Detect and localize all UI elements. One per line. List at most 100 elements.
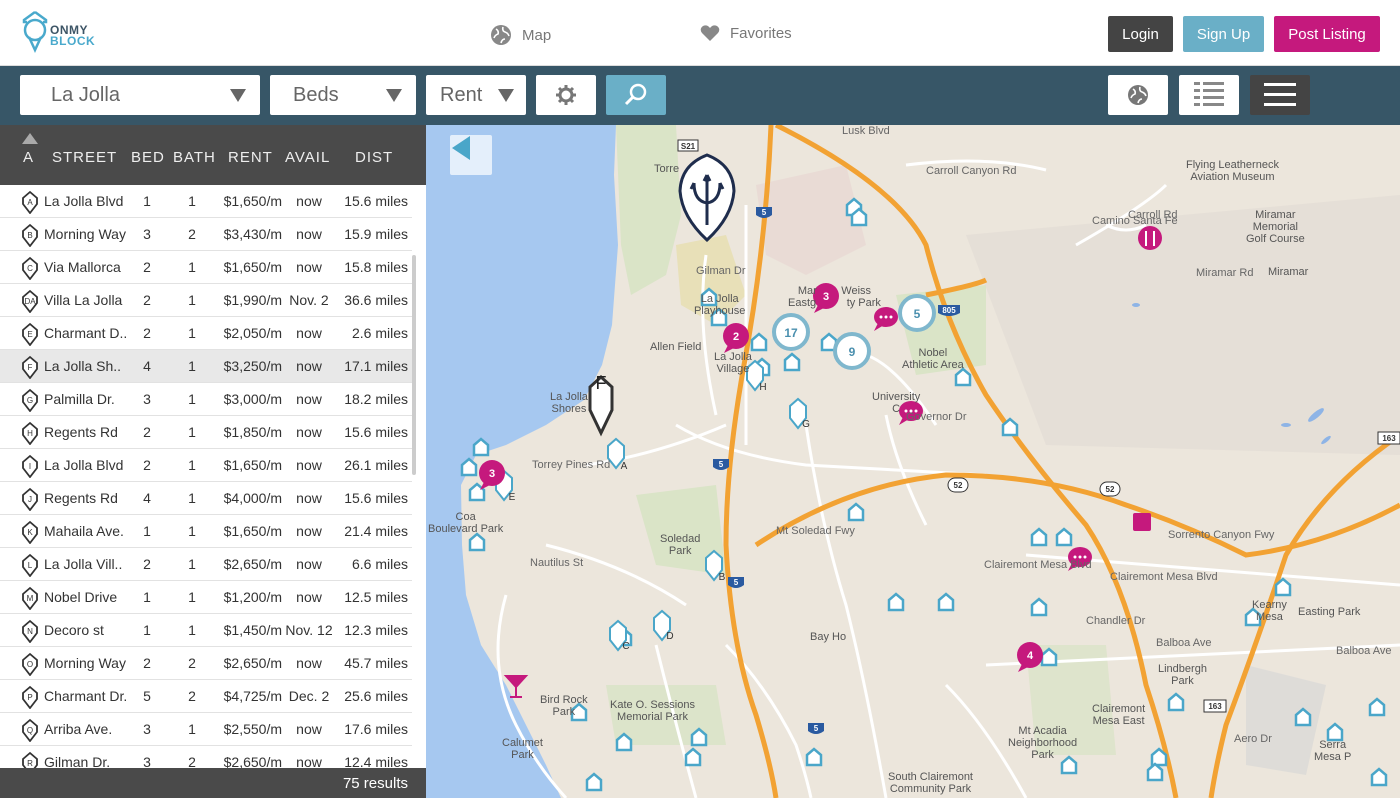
globe-icon bbox=[491, 25, 511, 45]
table-row[interactable]: DA Villa La Jolla 2 1 $1,990/m Nov. 2 36.6 mil… bbox=[0, 284, 412, 317]
map-pin-icon: H bbox=[22, 421, 38, 445]
map-view-button[interactable] bbox=[1108, 75, 1168, 115]
row-dist: 15.8 miles bbox=[344, 259, 408, 275]
brand-line2: BLOCK bbox=[50, 34, 96, 48]
row-bed: 2 bbox=[143, 292, 151, 308]
table-row[interactable]: F La Jolla Sh.. 4 1 $3,250/m now 17.1 miles bbox=[0, 350, 412, 383]
place-label: Kearny Mesa bbox=[1252, 599, 1287, 623]
row-bath: 2 bbox=[188, 226, 196, 242]
row-street: Villa La Jolla bbox=[44, 292, 123, 308]
table-row[interactable]: M Nobel Drive 1 1 $1,200/m now 12.5 miles bbox=[0, 581, 412, 614]
row-bed: 2 bbox=[143, 457, 151, 473]
type-select[interactable]: Rent bbox=[426, 75, 526, 115]
results-footer: 75 results bbox=[0, 768, 426, 798]
list-scrollbar[interactable] bbox=[412, 255, 416, 475]
place-label: Calumet Park bbox=[502, 737, 543, 761]
login-button[interactable]: Login bbox=[1108, 16, 1173, 52]
shield-163: 163 bbox=[1377, 431, 1400, 445]
svg-text:M: M bbox=[27, 594, 34, 603]
table-row[interactable]: J Regents Rd 4 1 $4,000/m now 15.6 miles bbox=[0, 482, 412, 515]
table-row[interactable]: B Morning Way 3 2 $3,430/m now 15.9 miles bbox=[0, 218, 412, 251]
beds-select[interactable]: Beds bbox=[270, 75, 416, 115]
post-listing-button[interactable]: Post Listing bbox=[1274, 16, 1380, 52]
sort-asc-icon[interactable] bbox=[22, 133, 38, 144]
row-rent: $1,990/m bbox=[223, 292, 282, 308]
svg-text:A: A bbox=[621, 461, 628, 472]
row-bath: 1 bbox=[188, 523, 196, 539]
list-view-button[interactable] bbox=[1179, 75, 1239, 115]
table-row[interactable]: O Morning Way 2 2 $2,650/m now 45.7 miles bbox=[0, 647, 412, 680]
row-avail: now bbox=[296, 655, 322, 671]
nav-favorites-link[interactable]: Favorites bbox=[700, 24, 792, 42]
triangle-left-icon bbox=[452, 136, 470, 160]
row-bath: 2 bbox=[188, 688, 196, 704]
search-button[interactable] bbox=[606, 75, 666, 115]
svg-text:K: K bbox=[27, 528, 33, 537]
shield-5: 5 bbox=[756, 207, 772, 218]
col-rent-header[interactable]: RENT bbox=[228, 149, 273, 166]
table-row[interactable]: A La Jolla Blvd 1 1 $1,650/m now 15.6 miles bbox=[0, 185, 412, 218]
row-street: Arriba Ave. bbox=[44, 721, 113, 737]
row-dist: 15.6 miles bbox=[344, 490, 408, 506]
row-bath: 2 bbox=[188, 655, 196, 671]
chevron-down-icon bbox=[230, 89, 246, 102]
row-street: Via Mallorca bbox=[44, 259, 121, 275]
chevron-down-icon bbox=[386, 89, 402, 102]
map-back-button[interactable] bbox=[450, 135, 492, 175]
svg-text:5: 5 bbox=[814, 724, 819, 733]
table-row[interactable]: P Charmant Dr. 5 2 $4,725/m Dec. 2 25.6 miles bbox=[0, 680, 412, 713]
location-select[interactable]: La Jolla bbox=[20, 75, 260, 115]
table-row[interactable]: E Charmant D.. 2 1 $2,050/m now 2.6 miles bbox=[0, 317, 412, 350]
row-street: La Jolla Blvd bbox=[44, 193, 124, 209]
results-count: 75 results bbox=[342, 775, 408, 792]
row-avail: now bbox=[296, 259, 322, 275]
row-rent: $1,650/m bbox=[223, 259, 282, 275]
brand-logo[interactable]: ONMY BLOCK bbox=[20, 10, 100, 54]
map-pin-icon: P bbox=[22, 685, 38, 709]
table-row[interactable]: H Regents Rd 2 1 $1,850/m now 15.6 miles bbox=[0, 416, 412, 449]
place-label: Lindbergh Park bbox=[1158, 663, 1207, 687]
settings-button[interactable] bbox=[536, 75, 596, 115]
svg-text:G: G bbox=[27, 396, 33, 405]
row-rent: $1,850/m bbox=[223, 424, 282, 440]
row-bath: 1 bbox=[188, 292, 196, 308]
table-row[interactable]: K Mahaila Ave. 1 1 $1,650/m now 21.4 miles bbox=[0, 515, 412, 548]
shield-5: 5 bbox=[728, 577, 744, 588]
row-dist: 25.6 miles bbox=[344, 688, 408, 704]
table-row[interactable]: L La Jolla Vill.. 2 1 $2,650/m now 6.6 miles bbox=[0, 548, 412, 581]
col-letter-header[interactable]: A bbox=[23, 149, 34, 166]
nav-map-link[interactable]: Map bbox=[490, 24, 551, 46]
svg-text:N: N bbox=[27, 627, 33, 636]
menu-button[interactable] bbox=[1250, 75, 1310, 115]
place-label: Kate O. Sessions Memorial Park bbox=[610, 699, 695, 723]
row-rent: $3,000/m bbox=[223, 391, 282, 407]
table-row[interactable]: C Via Mallorca 2 1 $1,650/m now 15.8 miles bbox=[0, 251, 412, 284]
table-row[interactable]: N Decoro st 1 1 $1,450/m Nov. 12 12.3 miles bbox=[0, 614, 412, 647]
map-view[interactable]: 5 5 805 52 52 163 163 5 5 S21 A B C D E … bbox=[426, 125, 1400, 798]
svg-text:805: 805 bbox=[942, 306, 956, 315]
road-label: Carroll Rd bbox=[1128, 209, 1178, 221]
top-bar: ONMY BLOCK Map Favorites Login Sign Up P… bbox=[0, 0, 1400, 66]
col-dist-header[interactable]: DIST bbox=[355, 149, 393, 166]
col-bath-header[interactable]: BATH bbox=[173, 149, 216, 166]
col-avail-header[interactable]: AVAIL bbox=[285, 149, 330, 166]
road-label: Governor Dr bbox=[906, 411, 967, 423]
svg-text:B: B bbox=[27, 231, 32, 240]
svg-text:H: H bbox=[27, 429, 33, 438]
place-label: Miramar Memorial Golf Course bbox=[1246, 209, 1305, 245]
table-row[interactable]: I La Jolla Blvd 2 1 $1,650/m now 26.1 miles bbox=[0, 449, 412, 482]
svg-text:F: F bbox=[596, 373, 607, 393]
signup-button[interactable]: Sign Up bbox=[1183, 16, 1264, 52]
row-bed: 2 bbox=[143, 655, 151, 671]
row-bed: 3 bbox=[143, 226, 151, 242]
svg-text:2: 2 bbox=[733, 331, 739, 343]
shield-5: 5 bbox=[713, 459, 729, 470]
col-street-header[interactable]: STREET bbox=[52, 149, 117, 166]
col-bed-header[interactable]: BED bbox=[131, 149, 165, 166]
table-row[interactable]: Q Arriba Ave. 3 1 $2,550/m now 17.6 miles bbox=[0, 713, 412, 746]
svg-text:A: A bbox=[27, 198, 33, 207]
row-bath: 1 bbox=[188, 622, 196, 638]
place-label: Mt Acadia Neighborhood Park bbox=[1008, 725, 1078, 761]
place-label: La Jolla Village bbox=[714, 351, 752, 375]
table-row[interactable]: G Palmilla Dr. 3 1 $3,000/m now 18.2 miles bbox=[0, 383, 412, 416]
